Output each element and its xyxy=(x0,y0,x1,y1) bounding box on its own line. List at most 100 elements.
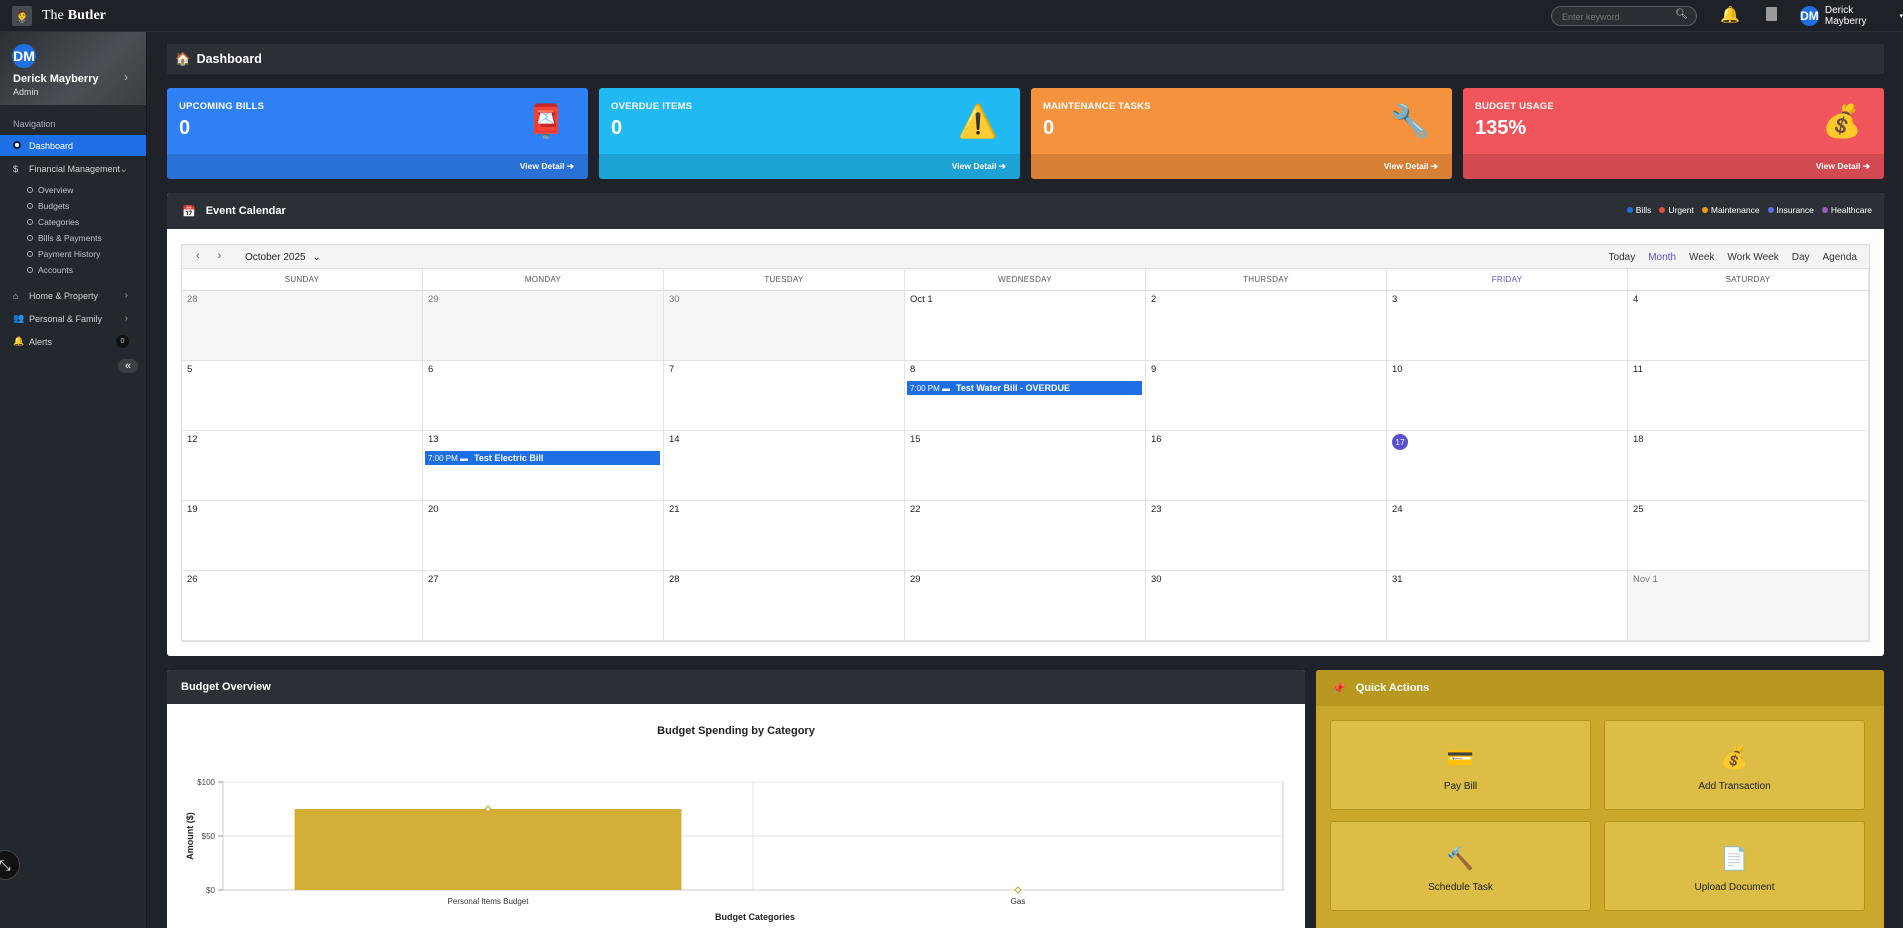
calendar-day-cell[interactable]: Oct 1 xyxy=(905,291,1146,361)
add-transaction-button[interactable]: 💰 Add Transaction xyxy=(1604,720,1865,810)
calendar-day-cell[interactable]: 2 xyxy=(1146,291,1387,361)
prev-month-button[interactable]: ‹ xyxy=(196,250,200,262)
calendar-day-cell[interactable]: 4 xyxy=(1628,291,1869,361)
calendar-day-cell[interactable]: 6 xyxy=(423,361,664,431)
calendar-day-cell[interactable]: 11 xyxy=(1628,361,1869,431)
calendar-title: Event Calendar xyxy=(205,205,286,217)
caret-down-icon: ▾ xyxy=(1899,13,1903,20)
day-number: 8 xyxy=(910,364,916,375)
view-agenda-button[interactable]: Agenda xyxy=(1823,252,1857,263)
calendar-day-cell[interactable]: 19 xyxy=(182,501,423,571)
view-detail-link[interactable]: View Detail ➔ xyxy=(520,161,574,172)
view-today-button[interactable]: Today xyxy=(1609,252,1636,263)
nav-header: Navigation xyxy=(13,119,56,129)
calendar-day-cell[interactable]: 27 xyxy=(423,571,664,641)
day-number: 31 xyxy=(1392,574,1403,585)
legend-item-maintenance: Maintenance xyxy=(1702,205,1760,215)
calendar-day-cell[interactable]: 9 xyxy=(1146,361,1387,431)
calendar-day-cell[interactable]: 23 xyxy=(1146,501,1387,571)
calendar-day-cell[interactable]: 28 xyxy=(182,291,423,361)
sidebar-item-dashboard[interactable]: Dashboard xyxy=(0,135,146,156)
next-month-button[interactable]: › xyxy=(218,250,222,262)
calendar-day-cell[interactable]: 22 xyxy=(905,501,1146,571)
month-picker[interactable]: October 2025 ⌄ xyxy=(245,252,321,263)
sidebar-item-label: Financial Management xyxy=(29,164,121,174)
sidebar-subitem-categories[interactable]: Categories xyxy=(0,214,146,230)
brand-logo[interactable]: 🤵 The Butler xyxy=(12,6,106,26)
day-number: 9 xyxy=(1151,364,1157,375)
day-number: 20 xyxy=(428,504,439,515)
calendar-day-cell[interactable]: 28 xyxy=(664,571,905,641)
calendar-day-cell[interactable]: Nov 1 xyxy=(1628,571,1869,641)
calendar-day-cell[interactable]: 24 xyxy=(1387,501,1628,571)
profile-panel[interactable]: DM Derick Mayberry Admin › xyxy=(0,32,146,105)
calendar-event[interactable]: 7:00 PM ▬ Test Electric Bill xyxy=(425,451,660,465)
credit-card-icon: 💳 xyxy=(1446,745,1475,770)
calendar-event[interactable]: 7:00 PM ▬ Test Water Bill - OVERDUE xyxy=(907,381,1142,395)
calendar-day-cell[interactable]: 7 xyxy=(664,361,905,431)
quick-action-label: Upload Document xyxy=(1694,882,1775,893)
view-work-week-button[interactable]: Work Week xyxy=(1727,252,1778,263)
search-input[interactable] xyxy=(1552,8,1672,26)
user-menu[interactable]: DM Derick Mayberry ▾ xyxy=(1800,5,1903,27)
collapse-sidebar-button[interactable]: « xyxy=(118,359,138,373)
sidebar-subitem-payment-history[interactable]: Payment History xyxy=(0,246,146,262)
schedule-task-button[interactable]: 🔨 Schedule Task xyxy=(1330,821,1591,911)
day-number: 30 xyxy=(669,294,680,305)
quick-action-label: Add Transaction xyxy=(1698,781,1771,792)
calendar-day-cell[interactable]: 29 xyxy=(905,571,1146,641)
calendar-day-cell[interactable]: 5 xyxy=(182,361,423,431)
dow-monday: MONDAY xyxy=(423,269,664,291)
view-month-button[interactable]: Month xyxy=(1648,252,1676,263)
quick-actions-panel: 📌 Quick Actions 💳 Pay Bill 💰 Add Transactio… xyxy=(1316,670,1884,928)
chevron-right-icon: › xyxy=(124,313,128,324)
day-number: 13 xyxy=(428,434,439,445)
dashboard-icon xyxy=(13,140,29,151)
sidebar-item-personal-family[interactable]: 👥 Personal & Family › xyxy=(0,307,146,330)
calendar-day-cell[interactable]: 17 xyxy=(1387,431,1628,501)
card-title: MAINTENANCE TASKS xyxy=(1043,101,1151,112)
notification-bell-icon[interactable]: 🔔 xyxy=(1720,5,1740,25)
calendar-day-cell[interactable]: 12 xyxy=(182,431,423,501)
view-detail-link[interactable]: View Detail ➔ xyxy=(1816,161,1870,172)
profile-role: Admin xyxy=(13,87,39,97)
calendar-day-cell[interactable]: 8 7:00 PM ▬ Test Water Bill - OVERDUE xyxy=(905,361,1146,431)
view-detail-link[interactable]: View Detail ➔ xyxy=(1384,161,1438,172)
view-day-button[interactable]: Day xyxy=(1792,252,1810,263)
event-time: 7:00 PM xyxy=(428,454,458,463)
calendar-day-cell[interactable]: 20 xyxy=(423,501,664,571)
view-detail-link[interactable]: View Detail ➔ xyxy=(952,161,1006,172)
sidebar-subitem-overview[interactable]: Overview xyxy=(0,182,146,198)
sidebar-item-label: Personal & Family xyxy=(29,313,103,324)
calendar-day-cell[interactable]: 31 xyxy=(1387,571,1628,641)
calendar-day-cell[interactable]: 3 xyxy=(1387,291,1628,361)
search-icon[interactable]: 🔍︎ xyxy=(1675,9,1688,20)
day-number: 28 xyxy=(669,574,680,585)
calendar-day-cell[interactable]: 15 xyxy=(905,431,1146,501)
y-tick-label: $0 xyxy=(206,886,215,895)
data-point-marker xyxy=(1014,886,1022,894)
view-week-button[interactable]: Week xyxy=(1689,252,1714,263)
chevron-right-icon: › xyxy=(124,70,128,84)
calendar-day-cell[interactable]: 18 xyxy=(1628,431,1869,501)
sidebar-subitem-budgets[interactable]: Budgets xyxy=(0,198,146,214)
calculator-icon[interactable] xyxy=(1766,7,1777,21)
calendar-day-cell[interactable]: 21 xyxy=(664,501,905,571)
calendar-day-cell[interactable]: 13 7:00 PM ▬ Test Electric Bill xyxy=(423,431,664,501)
sidebar-subitem-bills-payments[interactable]: Bills & Payments xyxy=(0,230,146,246)
calendar-day-cell[interactable]: 26 xyxy=(182,571,423,641)
sidebar-subitem-accounts[interactable]: Accounts xyxy=(0,262,146,278)
calendar-day-cell[interactable]: 30 xyxy=(664,291,905,361)
upload-document-button[interactable]: 📄 Upload Document xyxy=(1604,821,1865,911)
calendar-day-cell[interactable]: 25 xyxy=(1628,501,1869,571)
page-title: Dashboard xyxy=(196,52,262,66)
calendar-day-cell[interactable]: 30 xyxy=(1146,571,1387,641)
calendar-day-cell[interactable]: 10 xyxy=(1387,361,1628,431)
sidebar-item-home-property[interactable]: ⌂ Home & Property › xyxy=(0,284,146,307)
sidebar-item-financial-management[interactable]: $ Financial Management ⌄ xyxy=(0,159,146,179)
sidebar-item-alerts[interactable]: 🔔 Alerts 0 xyxy=(0,330,146,353)
calendar-day-cell[interactable]: 14 xyxy=(664,431,905,501)
calendar-day-cell[interactable]: 16 xyxy=(1146,431,1387,501)
calendar-day-cell[interactable]: 29 xyxy=(423,291,664,361)
pay-bill-button[interactable]: 💳 Pay Bill xyxy=(1330,720,1591,810)
